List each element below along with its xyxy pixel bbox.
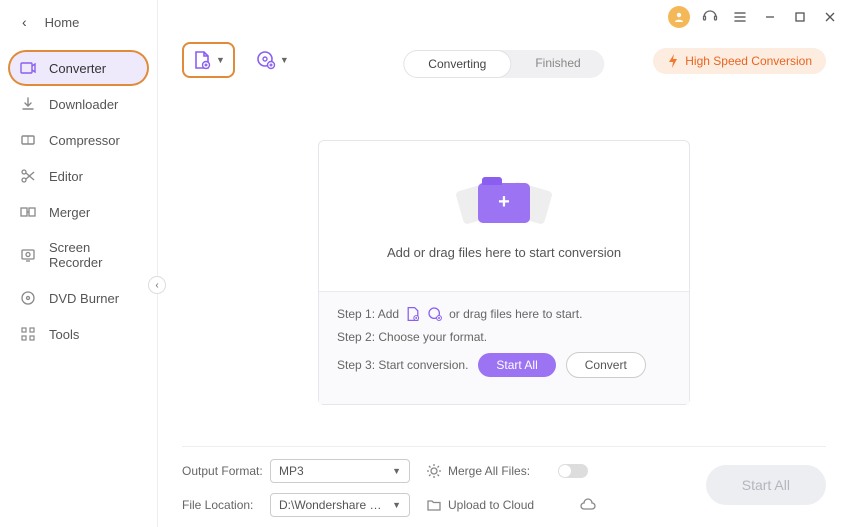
- file-add-icon: [192, 50, 212, 70]
- drop-text: Add or drag files here to start conversi…: [387, 245, 621, 260]
- grid-icon: [20, 326, 36, 342]
- video-icon: [20, 60, 36, 76]
- sidebar-item-label: Merger: [49, 205, 90, 220]
- step-1: Step 1: Add or drag files here to start.: [337, 306, 671, 322]
- sidebar-item-dvd-burner[interactable]: DVD Burner: [10, 282, 147, 314]
- sidebar-item-merger[interactable]: Merger: [10, 196, 147, 228]
- disc-icon: [20, 290, 36, 306]
- caret-down-icon: ▼: [280, 55, 289, 65]
- sidebar-item-label: Screen Recorder: [49, 240, 137, 270]
- folder-icon: +: [478, 183, 530, 223]
- sidebar-item-label: Converter: [49, 61, 106, 76]
- sidebar-item-tools[interactable]: Tools: [10, 318, 147, 350]
- disc-add-icon: [256, 50, 276, 70]
- sidebar-item-label: Compressor: [49, 133, 120, 148]
- tabs: Converting Finished: [403, 50, 604, 78]
- high-speed-conversion-button[interactable]: High Speed Conversion: [653, 48, 826, 74]
- sidebar-item-label: Downloader: [49, 97, 118, 112]
- open-folder-icon[interactable]: [420, 497, 448, 513]
- caret-down-icon: ▼: [392, 466, 401, 476]
- add-file-button[interactable]: ▼: [182, 42, 235, 78]
- start-all-button[interactable]: Start All: [706, 465, 826, 505]
- sidebar-item-label: Editor: [49, 169, 83, 184]
- add-dvd-button[interactable]: ▼: [247, 43, 298, 77]
- home-nav[interactable]: ‹ Home: [0, 0, 157, 44]
- home-label: Home: [45, 15, 80, 30]
- sidebar-item-label: Tools: [49, 327, 79, 342]
- folder-illustration: +: [459, 173, 549, 233]
- sidebar-list: Converter Downloader Compressor Editor M…: [0, 44, 157, 362]
- sidebar-item-converter[interactable]: Converter: [10, 52, 147, 84]
- toolbar: ▼ ▼: [182, 42, 298, 78]
- high-speed-label: High Speed Conversion: [685, 54, 812, 68]
- plus-icon: +: [498, 191, 510, 214]
- merge-icon: [20, 204, 36, 220]
- file-location-label: File Location:: [182, 498, 270, 512]
- chevron-left-icon: ‹: [22, 14, 27, 30]
- merge-label: Merge All Files:: [448, 464, 558, 478]
- file-location-select[interactable]: D:\Wondershare UniConverter 1 ▼: [270, 493, 410, 517]
- file-add-icon: [405, 306, 421, 322]
- step-3: Step 3: Start conversion. Start All Conv…: [337, 352, 671, 378]
- sidebar-item-editor[interactable]: Editor: [10, 160, 147, 192]
- sidebar-item-compressor[interactable]: Compressor: [10, 124, 147, 156]
- caret-down-icon: ▼: [216, 55, 225, 65]
- sidebar-item-label: DVD Burner: [49, 291, 119, 306]
- tab-finished[interactable]: Finished: [511, 50, 604, 78]
- scissors-icon: [20, 168, 36, 184]
- sidebar-item-screen-recorder[interactable]: Screen Recorder: [10, 232, 147, 278]
- sidebar: ‹ Home Converter Downloader Compressor: [0, 0, 158, 527]
- disc-add-icon: [427, 306, 443, 322]
- cloud-icon[interactable]: [558, 498, 618, 512]
- download-icon: [20, 96, 36, 112]
- main-area: ▼ ▼ Converting Finished High Speed Conve…: [158, 0, 850, 527]
- start-all-step-button[interactable]: Start All: [478, 353, 555, 377]
- drop-zone[interactable]: + Add or drag files here to start conver…: [319, 141, 689, 291]
- tab-converting[interactable]: Converting: [403, 50, 511, 78]
- steps-panel: Step 1: Add or drag files here to start.…: [319, 291, 689, 404]
- sidebar-item-downloader[interactable]: Downloader: [10, 88, 147, 120]
- lightning-icon: [667, 54, 679, 68]
- upload-cloud-label: Upload to Cloud: [448, 498, 558, 512]
- output-format-label: Output Format:: [182, 464, 270, 478]
- caret-down-icon: ▼: [392, 500, 401, 510]
- merge-toggle[interactable]: [558, 464, 588, 478]
- record-icon: [20, 247, 36, 263]
- step-2: Step 2: Choose your format.: [337, 330, 671, 344]
- conversion-card: + Add or drag files here to start conver…: [318, 140, 690, 405]
- output-format-select[interactable]: MP3 ▼: [270, 459, 410, 483]
- compress-icon: [20, 132, 36, 148]
- settings-gear-icon[interactable]: [420, 463, 448, 479]
- convert-step-button[interactable]: Convert: [566, 352, 646, 378]
